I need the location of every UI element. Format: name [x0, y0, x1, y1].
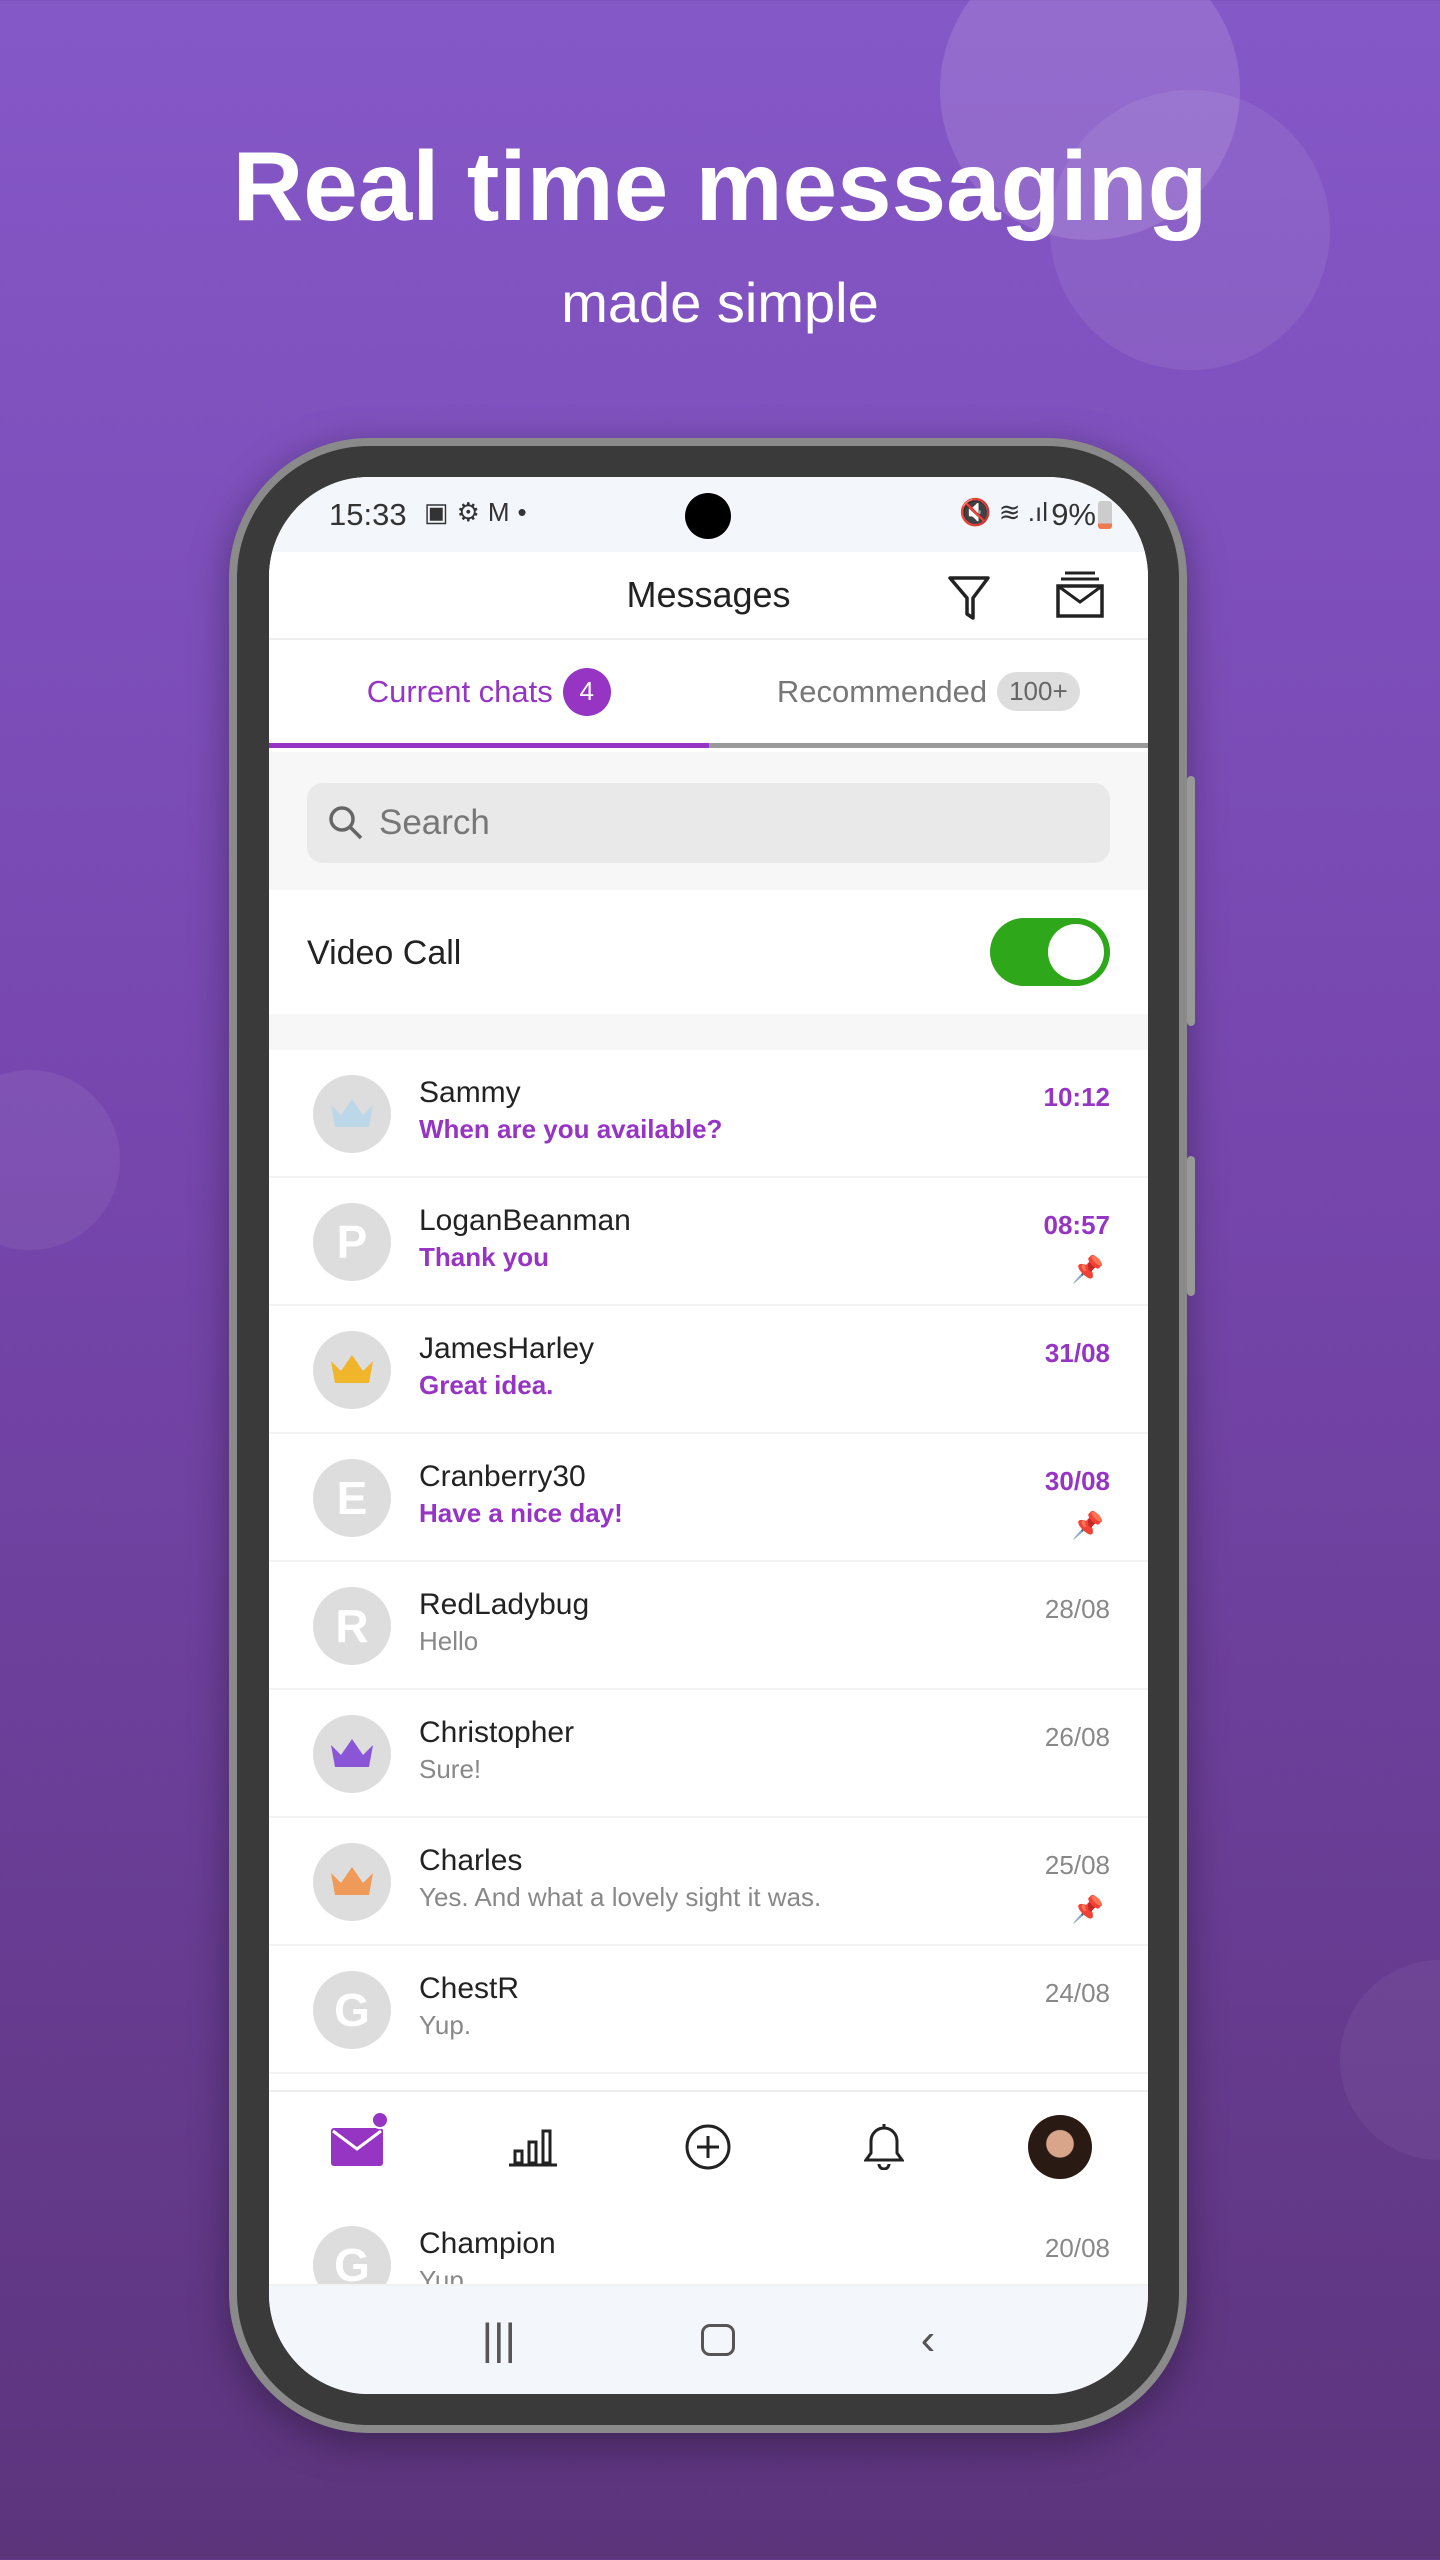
chat-row[interactable]: E Cranberry30 Have a nice day! 30/08 📌 — [269, 1434, 1148, 1562]
phone-screen: 15:33 ▣⚙M• 🔇 ≋ .ıl 9% Messages Current c… — [269, 477, 1148, 2394]
notification-icons: ▣⚙M• — [424, 497, 535, 527]
pin-icon: 📌 — [1071, 1894, 1104, 1924]
search-icon — [329, 806, 363, 840]
tab-recommended[interactable]: Recommended 100+ — [708, 640, 1148, 748]
chat-time: 10:12 — [1043, 1082, 1111, 1112]
pin-icon: 📌 — [1071, 1254, 1104, 1284]
nav-add[interactable] — [668, 2107, 748, 2187]
bottom-nav — [269, 2090, 1148, 2201]
chat-time: 20/08 — [1044, 2233, 1110, 2263]
recent-apps-icon[interactable]: ||| — [482, 2315, 516, 2365]
android-nav-bar: ||| ‹ — [269, 2286, 1148, 2394]
avatar: G — [313, 2226, 391, 2284]
chat-time: 28/08 — [1044, 1594, 1110, 1624]
tab-label: Recommended — [776, 673, 988, 709]
chat-tabs: Current chats 4 Recommended 100+ — [269, 640, 1148, 752]
chat-name: Charles — [419, 1844, 523, 1877]
chat-name: Cranberry30 — [419, 1460, 586, 1493]
app-header: Messages — [269, 552, 1148, 640]
search-section: Search — [269, 752, 1148, 890]
video-call-toggle[interactable] — [990, 918, 1110, 986]
chat-preview: Hello — [419, 1626, 479, 1656]
crown-avatar-icon — [313, 1331, 391, 1409]
tab-current-chats[interactable]: Current chats 4 — [269, 640, 709, 748]
volume-button — [1187, 776, 1195, 1026]
count-badge: 4 — [562, 667, 611, 716]
video-call-row: Video Call — [269, 890, 1148, 1014]
unread-dot — [370, 2110, 389, 2129]
nav-profile[interactable] — [1020, 2107, 1100, 2187]
bokeh — [0, 1070, 120, 1250]
chat-name: Christopher — [419, 1716, 575, 1749]
chat-name: Champion — [419, 2227, 556, 2260]
chat-row[interactable]: Sammy When are you available? 10:12 — [269, 1050, 1148, 1178]
bokeh — [1340, 1960, 1440, 2160]
chat-row[interactable]: G ChestR Yup. 24/08 — [269, 1946, 1148, 2074]
camera-cutout — [685, 493, 731, 539]
divider — [269, 1014, 1148, 1050]
inbox-icon[interactable] — [1055, 570, 1105, 620]
count-badge: 100+ — [997, 672, 1080, 711]
battery-icon — [1098, 501, 1112, 529]
page-title: Messages — [626, 574, 791, 615]
chat-preview: Thank you — [419, 1242, 550, 1272]
chat-time: 26/08 — [1044, 1722, 1110, 1752]
chat-preview: Yup. — [419, 2010, 472, 2040]
chat-name: LoganBeanman — [419, 1204, 631, 1237]
chat-name: JamesHarley — [419, 1332, 595, 1365]
video-call-label: Video Call — [307, 934, 462, 972]
nav-stats[interactable] — [493, 2107, 573, 2187]
status-time: 15:33 — [329, 497, 407, 532]
bell-icon — [864, 2123, 905, 2170]
chat-row[interactable]: P LoganBeanman Thank you 08:57 📌 — [269, 1178, 1148, 1306]
nav-notifications[interactable] — [844, 2107, 924, 2187]
chat-row[interactable]: R RedLadybug Hello 28/08 — [269, 1562, 1148, 1690]
back-icon[interactable]: ‹ — [921, 2315, 936, 2365]
chat-time: 31/08 — [1044, 1338, 1110, 1368]
chat-time: 25/08 — [1044, 1850, 1110, 1880]
messages-icon — [330, 2127, 383, 2166]
crown-avatar-icon — [313, 1843, 391, 1921]
search-input[interactable]: Search — [307, 783, 1110, 863]
chat-row[interactable]: Christopher Sure! 26/08 — [269, 1690, 1148, 1818]
chat-name: ChestR — [419, 1972, 520, 2005]
profile-avatar — [1028, 2114, 1093, 2179]
chat-name: Sammy — [419, 1076, 521, 1109]
add-icon — [685, 2124, 731, 2169]
avatar: G — [313, 1971, 391, 2049]
chat-time: 08:57 — [1043, 1210, 1111, 1240]
avatar: P — [313, 1203, 391, 1281]
power-button — [1187, 1156, 1195, 1296]
chat-time: 24/08 — [1044, 1978, 1110, 2008]
chat-preview: Yes. And what a lovely sight it was. — [419, 1882, 822, 1912]
hero-title: Real time messaging — [232, 131, 1208, 241]
nav-messages[interactable] — [317, 2107, 397, 2187]
chat-row[interactable]: G Champion Yup. 20/08 — [269, 2201, 1148, 2286]
chat-name: RedLadybug — [419, 1588, 590, 1621]
status-bar: 15:33 ▣⚙M• 🔇 ≋ .ıl 9% — [269, 477, 1148, 552]
chat-row[interactable]: JamesHarley Great idea. 31/08 — [269, 1306, 1148, 1434]
filter-icon[interactable] — [947, 574, 991, 622]
stats-icon — [508, 2129, 557, 2166]
chat-preview: When are you available? — [419, 1114, 723, 1144]
hero-subtitle: made simple — [561, 271, 879, 334]
chat-preview: Have a nice day! — [419, 1498, 623, 1528]
chat-preview: Yup. — [419, 2265, 472, 2286]
home-icon[interactable] — [701, 2324, 736, 2356]
chat-preview: Great idea. — [419, 1370, 554, 1400]
avatar: R — [313, 1587, 391, 1665]
crown-avatar-icon — [313, 1715, 391, 1793]
avatar: E — [313, 1459, 391, 1537]
search-placeholder: Search — [379, 803, 490, 842]
chat-preview: Sure! — [419, 1754, 482, 1784]
tab-label: Current chats — [366, 673, 553, 709]
battery-level: 9% — [1051, 497, 1096, 532]
signal-icons: 🔇 ≋ .ıl — [959, 497, 1048, 527]
chat-row[interactable]: Charles Yes. And what a lovely sight it … — [269, 1818, 1148, 1946]
crown-avatar-icon — [313, 1075, 391, 1153]
pin-icon: 📌 — [1071, 1510, 1104, 1540]
chat-time: 30/08 — [1044, 1466, 1110, 1496]
